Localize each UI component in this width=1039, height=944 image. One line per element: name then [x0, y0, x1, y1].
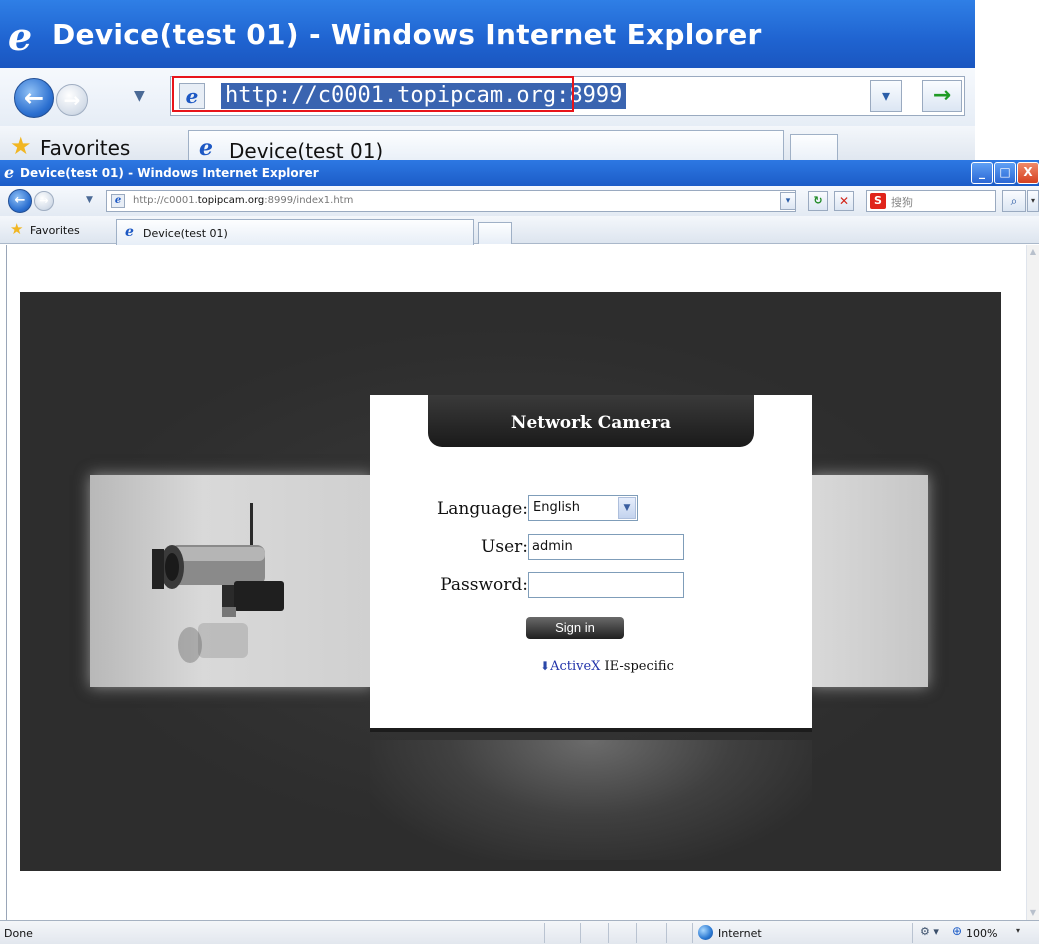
- zoomed-title-bar: e Device(test 01) - Windows Internet Exp…: [0, 0, 975, 68]
- recent-pages-dropdown-icon[interactable]: ▼: [134, 88, 145, 104]
- window-title: Device(test 01) - Windows Internet Explo…: [20, 166, 319, 180]
- protected-mode-icon[interactable]: ⚙ ▾: [920, 925, 939, 938]
- back-button[interactable]: ←: [8, 189, 32, 213]
- page-icon: e: [111, 194, 125, 208]
- status-text: Done: [4, 927, 33, 940]
- forward-arrow-icon[interactable]: →: [56, 84, 88, 116]
- status-divider: [636, 923, 637, 943]
- zoomed-browser-inset: e Device(test 01) - Windows Internet Exp…: [0, 0, 1039, 160]
- favorites-bar: ★ Favorites e Device(test 01): [0, 216, 1039, 245]
- zoom-magnifier-icon[interactable]: ⊕: [952, 924, 962, 938]
- download-icon[interactable]: ⬇: [540, 659, 550, 673]
- language-value: English: [533, 500, 580, 515]
- vertical-scrollbar[interactable]: ▲ ▼: [1026, 245, 1039, 920]
- decorative-right-panel: [810, 475, 928, 687]
- close-button[interactable]: X: [1017, 162, 1039, 184]
- password-input[interactable]: [528, 572, 684, 598]
- ip-camera-icon: [152, 503, 284, 663]
- tab-ie-icon: e: [125, 224, 134, 240]
- status-divider: [544, 923, 545, 943]
- zoomed-new-tab-button[interactable]: [790, 134, 838, 160]
- ie-logo-icon: e: [8, 14, 33, 59]
- stop-button[interactable]: ✕: [834, 191, 854, 211]
- zoomed-favorites-label[interactable]: Favorites: [40, 136, 130, 160]
- content-left-border: [6, 245, 7, 920]
- address-dropdown-icon[interactable]: ▾: [870, 80, 902, 112]
- zoomed-tab[interactable]: e Device(test 01): [188, 130, 784, 160]
- tab-ie-icon: e: [199, 135, 213, 160]
- login-title: Network Camera: [510, 413, 672, 433]
- security-zone: Internet: [718, 927, 762, 940]
- zoomed-tab-label: Device(test 01): [229, 139, 384, 160]
- new-tab-button[interactable]: [478, 222, 512, 244]
- language-label: Language:: [436, 499, 528, 519]
- minimize-button[interactable]: _: [971, 162, 993, 184]
- back-arrow-icon[interactable]: ←: [14, 78, 54, 118]
- activex-note: IE-specific: [604, 659, 674, 674]
- url-highlight-box: [172, 76, 574, 112]
- title-bar: e Device(test 01) - Windows Internet Exp…: [0, 160, 1039, 186]
- camera-login-page: Network Camera Language: English ▼ User:…: [20, 292, 1001, 871]
- scroll-down-icon[interactable]: ▼: [1027, 906, 1039, 920]
- status-divider: [912, 923, 913, 943]
- go-arrow-icon[interactable]: →: [922, 80, 962, 112]
- activex-download: ⬇ActiveX IE-specific: [540, 659, 674, 674]
- zoomed-window-title: Device(test 01) - Windows Internet Explo…: [52, 18, 762, 51]
- history-dropdown-icon[interactable]: ▼: [86, 195, 93, 205]
- zoom-dropdown-icon[interactable]: ▾: [1016, 926, 1020, 935]
- sign-in-button[interactable]: Sign in: [526, 617, 624, 639]
- tab-label: Device(test 01): [143, 227, 228, 240]
- search-button[interactable]: ⌕: [1002, 190, 1026, 212]
- user-label: User:: [481, 537, 528, 557]
- search-engine-icon[interactable]: S: [870, 193, 886, 209]
- ie-logo-icon: e: [4, 163, 15, 182]
- navigation-bar: ← → ▼ e http://c0001.topipcam.org:8999/i…: [0, 186, 1039, 216]
- language-select[interactable]: English ▼: [528, 495, 638, 521]
- page-content: ▲ ▼ Network Camera Language: English ▼ U…: [0, 245, 1039, 920]
- camera-image-panel: [90, 475, 372, 687]
- zoom-level[interactable]: 100%: [966, 927, 997, 940]
- favorites-star-icon[interactable]: ★: [10, 220, 23, 238]
- search-box[interactable]: S 搜狗: [866, 190, 996, 212]
- status-divider: [666, 923, 667, 943]
- search-options-dropdown[interactable]: ▾: [1027, 190, 1039, 212]
- status-divider: [580, 923, 581, 943]
- status-divider: [608, 923, 609, 943]
- refresh-button[interactable]: ↻: [808, 191, 828, 211]
- login-header: Network Camera: [428, 395, 754, 447]
- address-bar[interactable]: e http://c0001.topipcam.org:8999/index1.…: [106, 190, 796, 212]
- status-bar: Done Internet ⚙ ▾ ⊕ 100% ▾: [0, 920, 1039, 944]
- internet-zone-icon: [698, 925, 713, 940]
- password-label: Password:: [440, 575, 528, 595]
- scroll-up-icon[interactable]: ▲: [1027, 245, 1039, 259]
- login-box: Network Camera Language: English ▼ User:…: [370, 395, 812, 732]
- favorites-star-icon[interactable]: ★: [10, 132, 32, 160]
- active-tab[interactable]: e Device(test 01): [116, 219, 474, 245]
- status-divider: [692, 923, 693, 943]
- address-dropdown-button[interactable]: ▾: [780, 192, 796, 210]
- activex-link[interactable]: ActiveX: [550, 659, 600, 674]
- favorites-label[interactable]: Favorites: [30, 224, 80, 237]
- maximize-button[interactable]: □: [994, 162, 1016, 184]
- search-engine-name: 搜狗: [891, 196, 913, 209]
- browser-window: e Device(test 01) - Windows Internet Exp…: [0, 160, 1039, 944]
- user-input[interactable]: admin: [528, 534, 684, 560]
- login-box-reflection: [370, 740, 812, 860]
- chevron-down-icon[interactable]: ▼: [618, 497, 636, 519]
- forward-button[interactable]: →: [34, 191, 54, 211]
- url-text[interactable]: http://c0001.topipcam.org:8999/index1.ht…: [133, 195, 353, 206]
